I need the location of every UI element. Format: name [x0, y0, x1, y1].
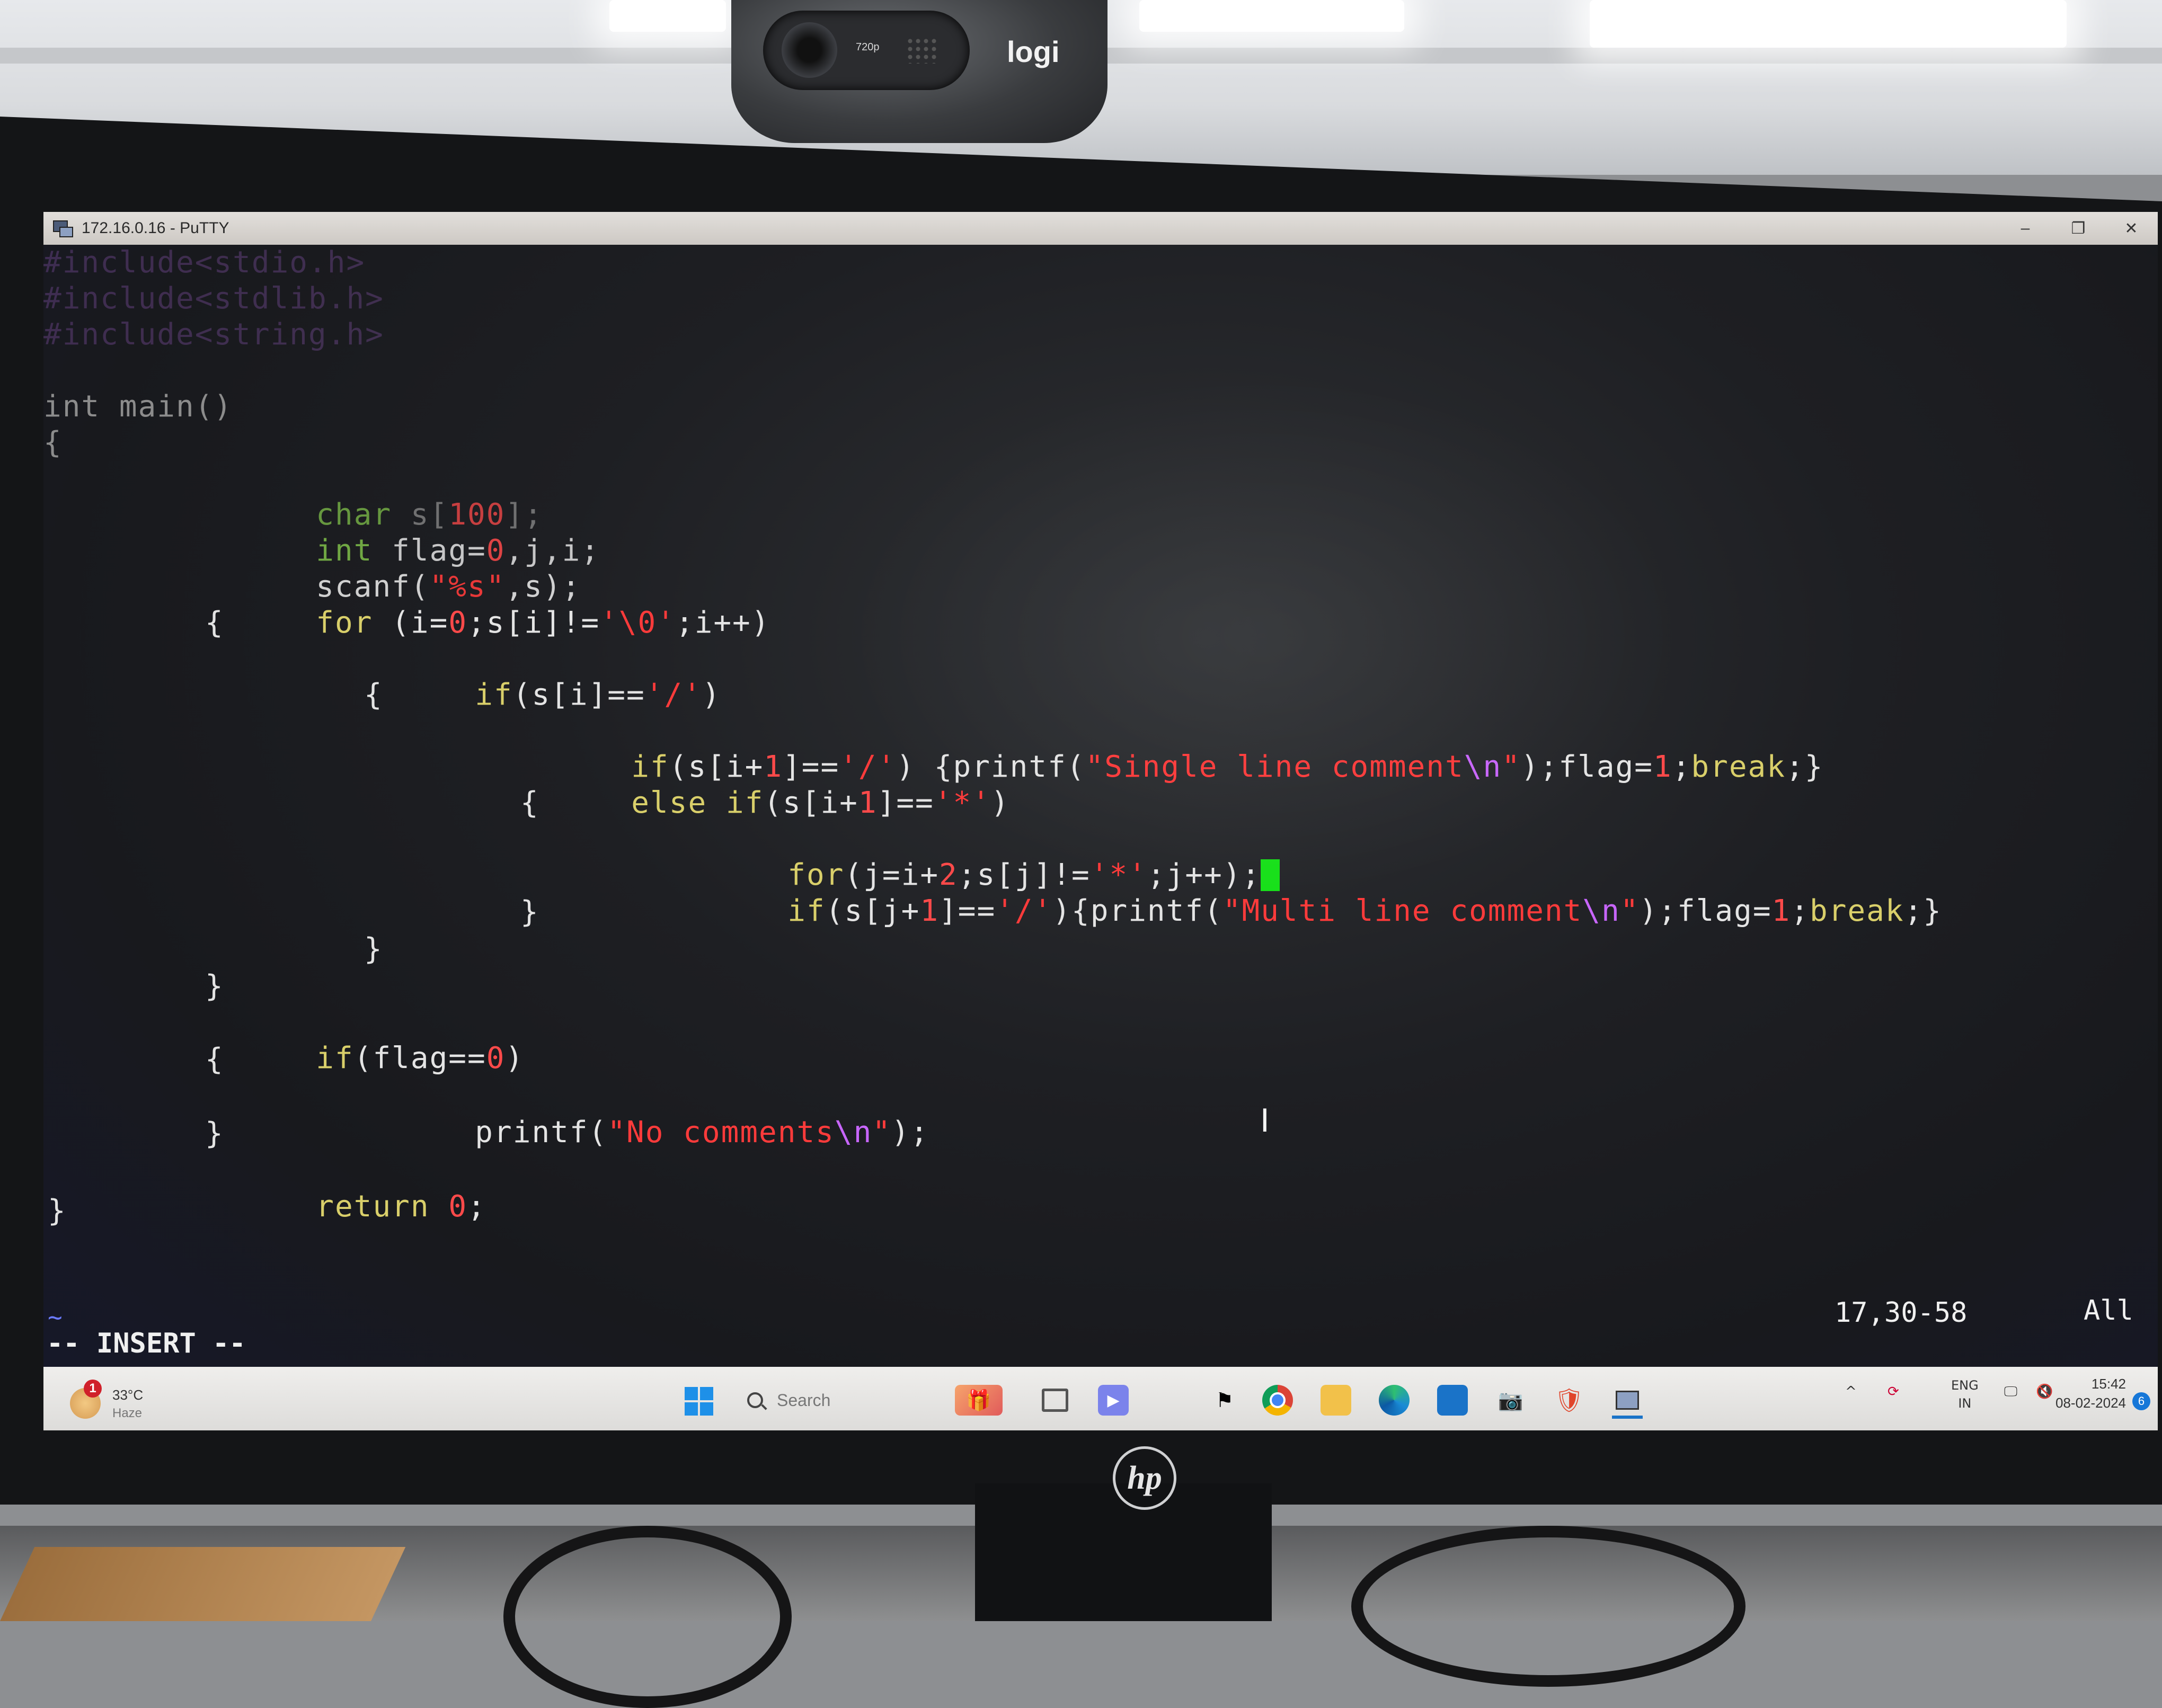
tray-overflow-chevron-icon[interactable]: ^ — [1845, 1384, 1857, 1400]
weather-alert-badge: 1 — [84, 1380, 102, 1398]
webcam-lens-icon — [782, 22, 837, 78]
network-icon[interactable]: 🖵 — [2004, 1384, 2017, 1400]
search-placeholder: Search — [777, 1390, 831, 1410]
search-highlight-icon[interactable]: 🎁 — [955, 1385, 1003, 1416]
code-line-brace: { — [364, 678, 383, 712]
monitor-stand — [975, 1483, 1272, 1621]
clock-date: 08-02-2024 — [2055, 1395, 2126, 1411]
vim-mode-indicator: -- INSERT -- — [47, 1328, 246, 1359]
weather-temperature: 33°C — [112, 1387, 144, 1403]
webcam-mic-icon — [906, 37, 938, 64]
webcam: 720p logi — [731, 0, 1107, 143]
app-flag-icon[interactable]: ⚑ — [1209, 1385, 1240, 1416]
desk-wood — [0, 1547, 406, 1621]
putty-taskbar-icon[interactable] — [1612, 1385, 1643, 1419]
search-icon — [747, 1392, 763, 1408]
monitor-logo: hp — [1113, 1446, 1176, 1510]
close-button[interactable]: ✕ — [2105, 212, 2158, 245]
language-region: IN — [1958, 1396, 1972, 1411]
ceiling-light — [609, 0, 726, 32]
clock-time: 15:42 — [2091, 1376, 2126, 1392]
ibeam-mouse-cursor-icon: I — [1260, 1102, 1270, 1140]
cable — [1351, 1526, 1745, 1687]
store-icon[interactable] — [1437, 1385, 1468, 1416]
weather-condition: Haze — [112, 1406, 143, 1420]
code-line-brace: { — [205, 1042, 224, 1077]
code-line-return: return 0; — [316, 1189, 486, 1224]
restore-button[interactable]: ❐ — [2052, 212, 2105, 245]
taskbar: 1 33°C Haze Search 🎁 ▶ ⚑ 📷 🛡 ^ ⟳ ENG IN … — [43, 1367, 2158, 1430]
code-line-include: #include<stdio.h> — [43, 245, 366, 280]
code-line-brace: { — [205, 606, 224, 640]
code-line-include: #include<stdlib.h> — [43, 281, 384, 316]
vim-scroll-indicator: All — [2084, 1295, 2133, 1327]
screen: 172.16.0.16 - PuTTY – ❐ ✕ #include<stdio… — [43, 212, 2158, 1430]
webcam-lens-housing: 720p — [763, 11, 970, 90]
notification-badge[interactable]: 6 — [2132, 1392, 2150, 1410]
language-indicator[interactable]: ENG IN — [1951, 1376, 1979, 1412]
putty-icon[interactable] — [51, 217, 73, 239]
start-button-windows-icon[interactable] — [685, 1387, 713, 1416]
chrome-icon[interactable] — [1262, 1385, 1293, 1416]
camera-icon[interactable]: 📷 — [1495, 1385, 1526, 1416]
minimize-button[interactable]: – — [1999, 212, 2052, 245]
code-line-brace: } — [520, 895, 539, 929]
ceiling-light — [1590, 0, 2067, 48]
teams-chat-icon[interactable]: ▶ — [1098, 1385, 1129, 1416]
language-code: ENG — [1951, 1378, 1979, 1393]
system-clock[interactable]: 15:42 08-02-2024 — [2036, 1374, 2126, 1412]
code-line-main: int main() — [43, 389, 233, 424]
taskbar-search[interactable]: Search — [743, 1382, 939, 1419]
window-controls: – ❐ ✕ — [1999, 212, 2158, 245]
code-line-brace: } — [205, 969, 224, 1003]
sync-icon[interactable]: ⟳ — [1888, 1384, 1899, 1400]
webcam-resolution: 720p — [856, 41, 880, 53]
task-view-icon[interactable] — [1040, 1385, 1070, 1416]
code-line-include: #include<string.h> — [43, 317, 384, 352]
vim-terminal[interactable]: #include<stdio.h> #include<stdlib.h> #in… — [43, 245, 2158, 1359]
code-line-brace: } — [205, 1116, 224, 1151]
vim-cursor-position: 17,30-58 — [1835, 1297, 1968, 1329]
code-line-if-multi: if(s[j+1]=='/'){printf("Multi line comme… — [787, 894, 1942, 928]
cable — [503, 1526, 792, 1708]
edge-icon[interactable] — [1379, 1385, 1410, 1416]
weather-widget[interactable]: 1 33°C Haze — [65, 1373, 171, 1424]
code-line-brace: { — [43, 425, 63, 460]
code-line-brace: { — [520, 786, 539, 820]
code-line-brace: } — [48, 1194, 67, 1228]
brave-icon[interactable]: 🛡 — [1554, 1385, 1584, 1416]
putty-titlebar[interactable]: 172.16.0.16 - PuTTY – ❐ ✕ — [43, 212, 2158, 245]
ceiling-light — [1139, 0, 1404, 32]
window-title: 172.16.0.16 - PuTTY — [82, 219, 229, 237]
file-explorer-icon[interactable] — [1321, 1385, 1351, 1416]
code-line-brace: } — [364, 932, 383, 966]
webcam-brand: logi — [1007, 35, 1060, 68]
